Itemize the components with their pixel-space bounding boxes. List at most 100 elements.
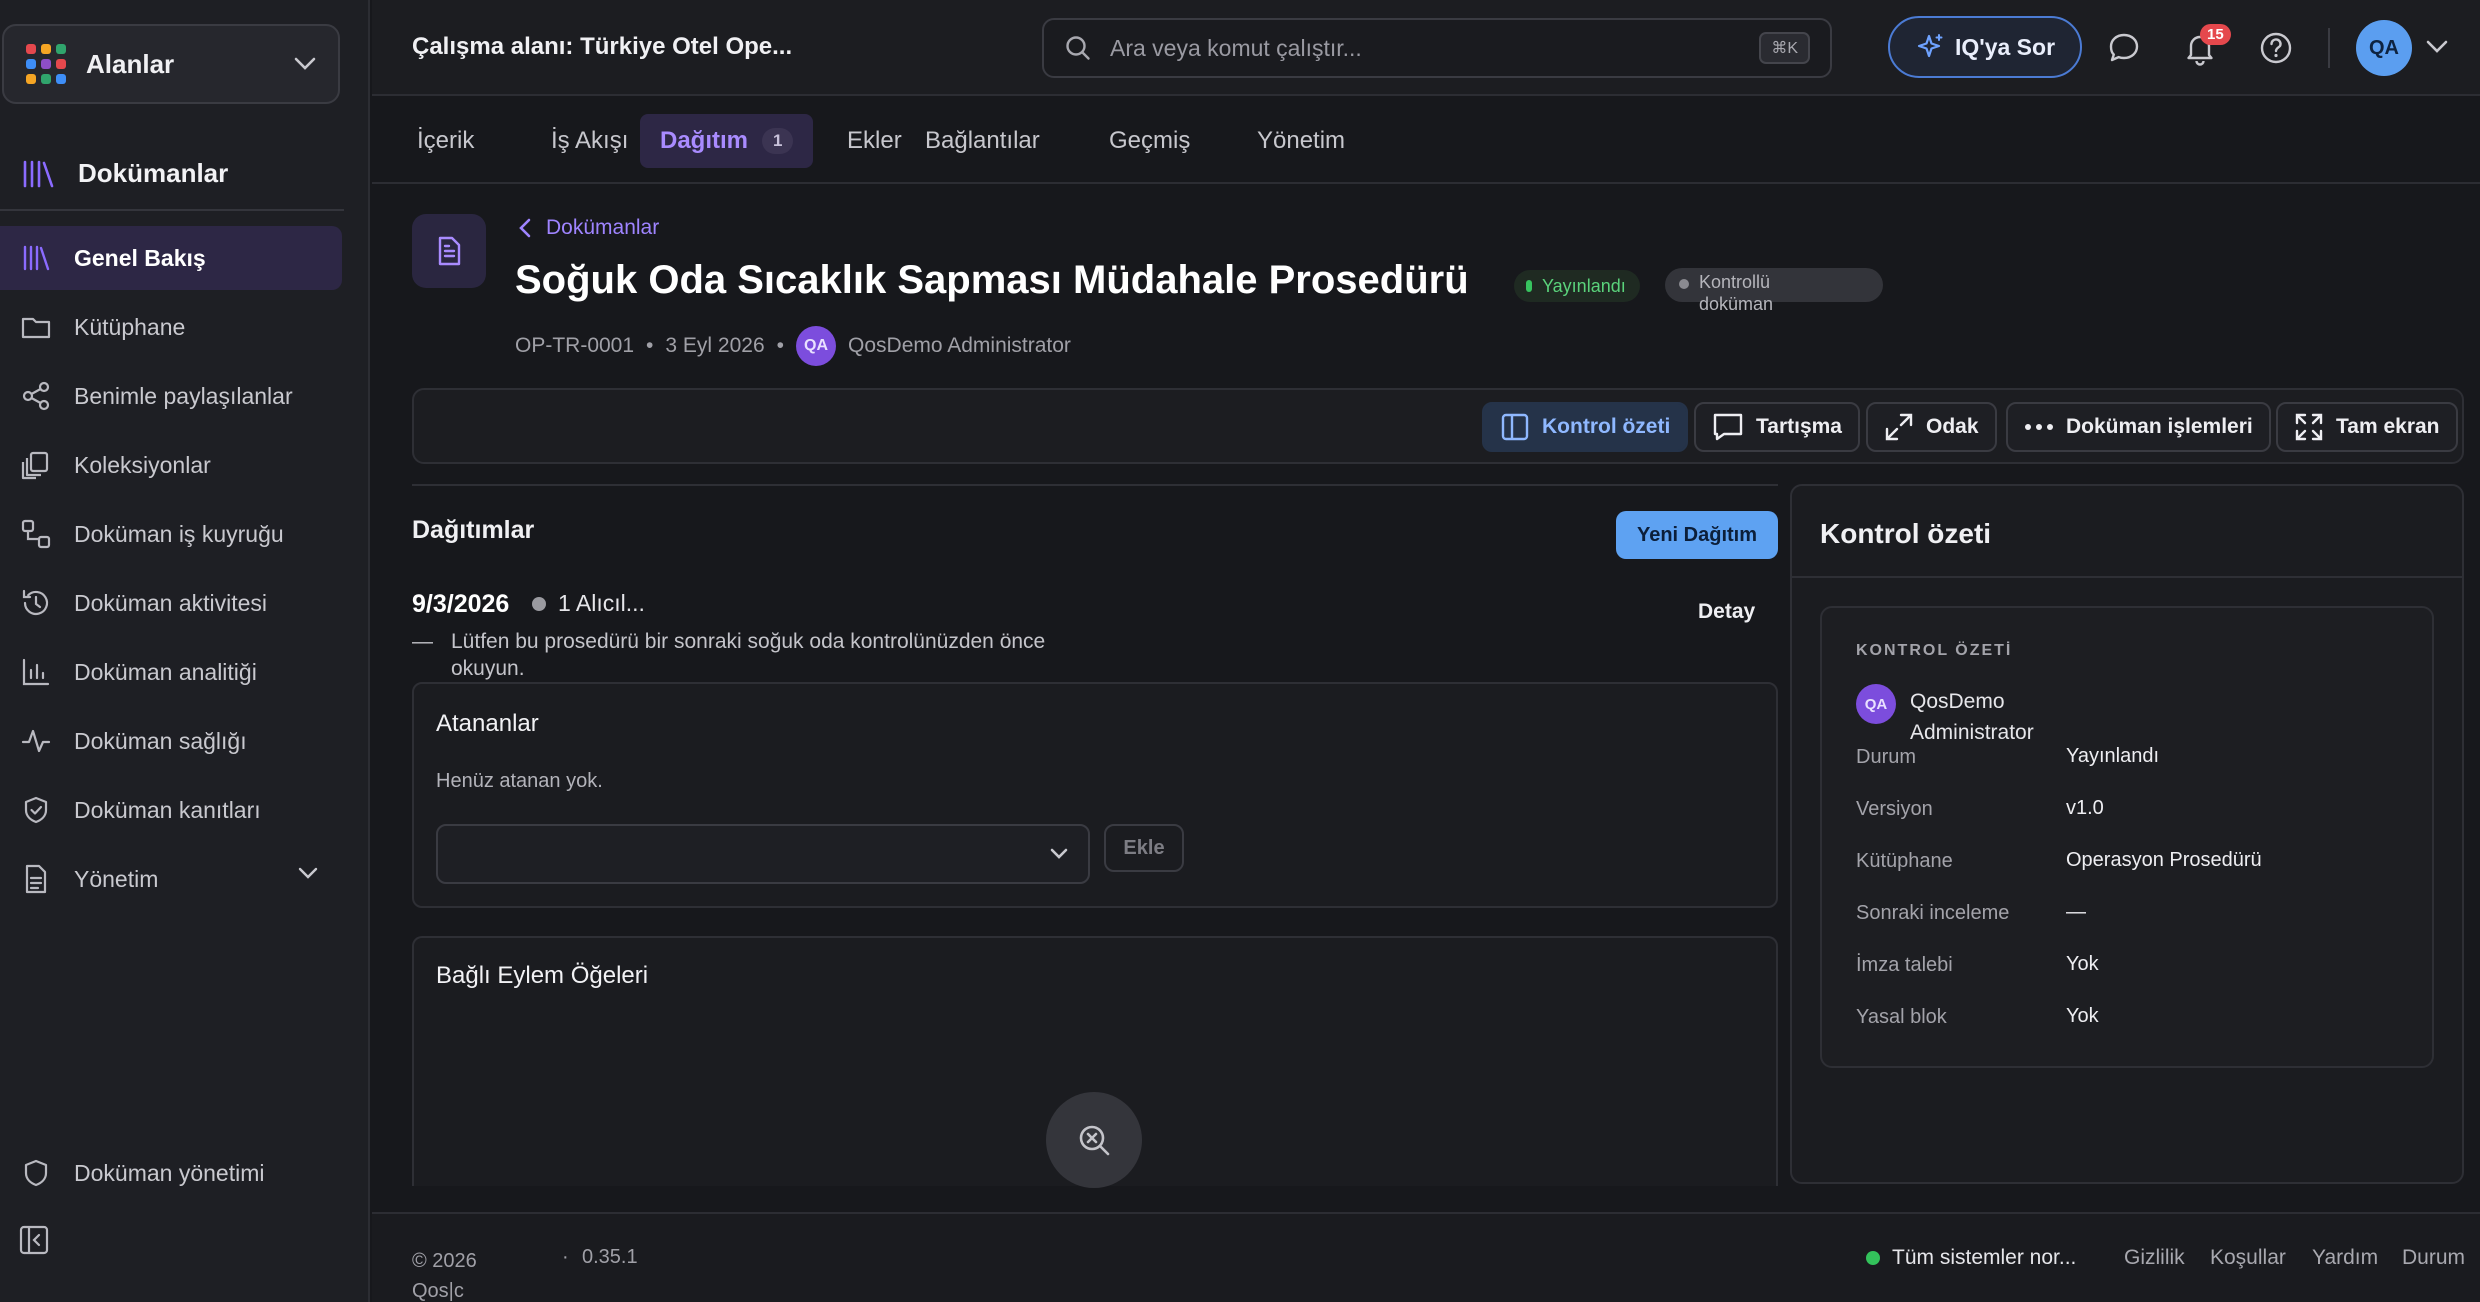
top-bar-divider [2328, 28, 2330, 68]
assignees-empty-text: Henüz atanan yok. [436, 770, 603, 792]
sidebar-item-1[interactable]: Genel Bakış [0, 226, 342, 290]
control-summary-button[interactable]: Kontrol özeti [1482, 402, 1689, 452]
document-meta: OP-TR-0001 • 3 Eyl 2026 • QA QosDemo Adm… [515, 326, 1071, 366]
author-name: QosDemo Administrator [848, 334, 1071, 357]
sidebar-item-5[interactable]: Doküman iş kuyruğu [0, 502, 342, 566]
tab-7[interactable]: Yönetim [1237, 114, 1365, 168]
status-indicator [1866, 1251, 1880, 1265]
fullscreen-button[interactable]: Tam ekran [2276, 402, 2458, 452]
owner-avatar: QA [1856, 684, 1896, 724]
sidebar-item-label: Doküman yönetimi [74, 1159, 265, 1186]
tab-label: İş Akışı [551, 127, 629, 154]
system-status-label: Tüm sistemler nor... [1892, 1246, 2077, 1269]
owner-name: QosDemo Administrator [1910, 690, 2034, 744]
top-bar: Çalışma alanı: Türkiye Otel Ope... ⌘K IQ… [372, 0, 2480, 96]
linked-actions-card: Bağlı Eylem Öğeleri [412, 936, 1778, 1188]
footer-link[interactable]: Yardım [2312, 1246, 2378, 1270]
apps-grid-dot [26, 59, 36, 69]
user-avatar[interactable]: QA [2356, 20, 2412, 76]
assignee-select[interactable] [436, 824, 1090, 884]
chat-button[interactable] [2106, 30, 2142, 66]
document-actions-button[interactable]: Doküman işlemleri [2006, 402, 2271, 452]
search-icon [1066, 36, 1090, 60]
document-toolbar: Kontrol özeti Tartışma Odak Doküman işle… [412, 388, 2464, 464]
apps-grid-dot [26, 44, 36, 54]
note-dash: — [412, 630, 433, 653]
system-status[interactable]: Tüm sistemler nor... [1866, 1246, 2076, 1270]
sidebar-item-label: Doküman kanıtları [74, 796, 261, 823]
footer-link[interactable]: Gizlilik [2124, 1246, 2185, 1270]
discussion-button[interactable]: Tartışma [1694, 402, 1860, 452]
app-version: 0.35.1 [582, 1246, 638, 1268]
fullscreen-label: Tam ekran [2336, 415, 2440, 438]
discussion-label: Tartışma [1756, 415, 1842, 438]
sidebar-item-label: Doküman analitiği [74, 658, 257, 685]
sidebar-item-6[interactable]: Doküman aktivitesi [0, 571, 342, 635]
document-icon [438, 236, 461, 266]
search-box[interactable]: ⌘K [1042, 18, 1832, 78]
summary-value: v1.0 [2066, 797, 2104, 819]
tab-3[interactable]: Dağıtım 1 [640, 114, 814, 168]
add-assignee-button[interactable]: Ekle [1104, 824, 1184, 872]
library-icon [23, 245, 50, 271]
sidebar-item-4[interactable]: Koleksiyonlar [0, 433, 342, 497]
distribution-date: 9/3/2026 [412, 590, 510, 618]
focus-button[interactable]: Odak [1866, 402, 1997, 452]
document-actions-label: Doküman işlemleri [2066, 415, 2253, 438]
expand-icon [1885, 413, 1913, 441]
spaces-switcher[interactable]: Alanlar [2, 24, 340, 104]
share-icon [22, 381, 50, 411]
workspace-name[interactable]: Çalışma alanı: Türkiye Otel Ope... [412, 33, 792, 61]
sidebar-item-8[interactable]: Doküman sağlığı [0, 709, 342, 773]
chevron-down-icon [2426, 40, 2448, 53]
sidebar-item-9[interactable]: Doküman kanıtları [0, 778, 342, 842]
tab-6[interactable]: Geçmiş [1089, 114, 1210, 168]
ask-iq-button[interactable]: IQ'ya Sor [1888, 16, 2082, 78]
document-tabs: İçerik İş Akışı Dağıtım 1 Ekler Bağlantılar Ge… [372, 96, 2480, 184]
chevron-down-icon [298, 867, 318, 879]
sidebar-item-label: Benimle paylaşılanlar [74, 382, 293, 409]
sidebar-item-label: Doküman iş kuyruğu [74, 520, 284, 547]
footer-link[interactable]: Durum [2402, 1246, 2465, 1270]
search-input[interactable] [1110, 34, 1742, 62]
library-icon [23, 160, 54, 187]
summary-key: İmza talebi [1856, 954, 1953, 976]
user-menu-button[interactable] [2426, 40, 2448, 54]
new-distribution-button[interactable]: Yeni Dağıtım [1616, 511, 1778, 559]
tab-label: Dağıtım [660, 127, 749, 154]
apps-grid-dot [41, 74, 51, 84]
apps-grid-dot [56, 74, 66, 84]
folder-icon [21, 317, 51, 339]
tab-2[interactable]: İş Akışı [531, 114, 648, 168]
workflow-icon [21, 519, 51, 549]
tab-1[interactable]: İçerik [397, 114, 494, 168]
control-summary-label: KONTROL ÖZETİ [1856, 642, 2013, 659]
sidebar-item-2[interactable]: Kütüphane [0, 295, 342, 359]
sidebar-section-title: Dokümanlar [22, 158, 228, 189]
help-icon [2260, 32, 2292, 64]
ask-iq-label: IQ'ya Sor [1954, 33, 2056, 60]
sidebar-item-10[interactable]: Yönetim [0, 847, 342, 911]
tab-label: Bağlantılar [925, 127, 1040, 154]
distribution-recipients: 1 Alıcıl... [558, 590, 645, 616]
summary-value: Yayınlandı [2066, 745, 2160, 767]
collapse-sidebar-button[interactable] [18, 1224, 50, 1256]
chevron-left-icon [519, 218, 531, 238]
search-shortcut: ⌘K [1759, 32, 1810, 64]
summary-value: Yok [2066, 953, 2099, 975]
document-code: OP-TR-0001 [515, 334, 635, 357]
controlled-document-label: Kontrollü doküman [1699, 272, 1774, 314]
tab-5[interactable]: Bağlantılar [905, 114, 1060, 168]
panel-title: Kontrol özeti [1820, 518, 1992, 549]
distribution-detail-link[interactable]: Detay [1698, 600, 1755, 624]
breadcrumb[interactable]: Dokümanlar [518, 216, 659, 240]
apps-grid-dot [56, 44, 66, 54]
footer-link[interactable]: Koşullar [2210, 1246, 2286, 1270]
collapse-sidebar-icon [19, 1225, 49, 1255]
sidebar-item-document-management[interactable]: Doküman yönetimi [0, 1141, 342, 1205]
help-button[interactable] [2258, 30, 2294, 66]
sidebar-section-label: Dokümanlar [78, 158, 229, 188]
sidebar-item-3[interactable]: Benimle paylaşılanlar [0, 364, 342, 428]
sidebar-item-7[interactable]: Doküman analitiği [0, 640, 342, 704]
breadcrumb-link[interactable]: Dokümanlar [546, 216, 659, 240]
